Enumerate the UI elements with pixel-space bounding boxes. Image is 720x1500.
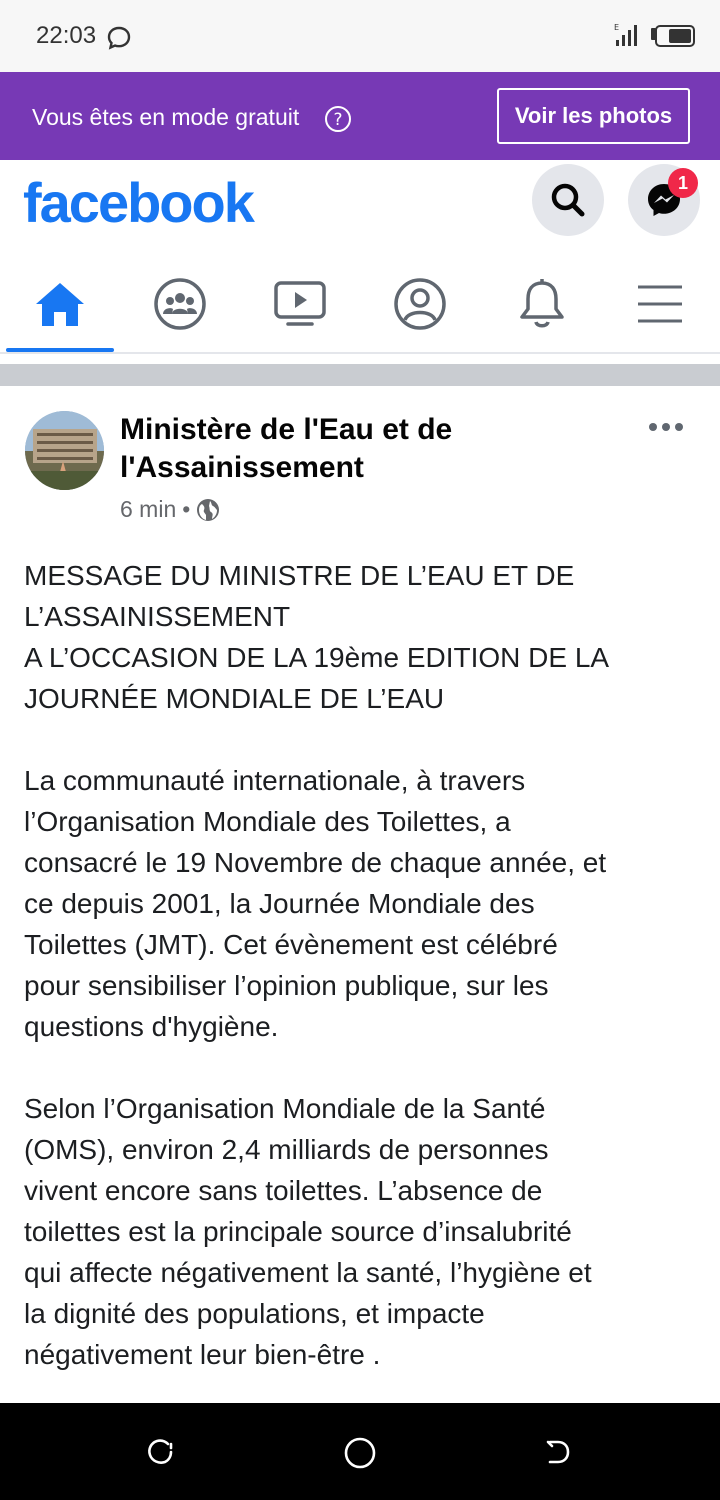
battery-icon [651, 25, 695, 47]
profile-icon [394, 278, 446, 330]
chat-bubble-icon [107, 26, 131, 50]
free-mode-text: Vous êtes en mode gratuit [32, 104, 300, 130]
post-line: l’Organisation Mondiale des Toilettes, a [24, 806, 511, 837]
search-button[interactable] [532, 164, 604, 236]
recent-apps-icon[interactable] [144, 1436, 176, 1468]
status-time: 22:03 [36, 22, 97, 49]
post-line: MESSAGE DU MINISTRE DE L’EAU ET DE [24, 560, 575, 591]
messenger-badge: 1 [668, 168, 698, 198]
signal-icon: E [614, 23, 637, 46]
post-line: questions d'hygiène. [24, 1011, 279, 1042]
post-line: toilettes est la principale source d’ins… [24, 1216, 572, 1247]
post-line: Toilettes (JMT). Cet évènement est céléb… [24, 929, 558, 960]
nav-divider [0, 352, 720, 354]
post-line: ce depuis 2001, la Journée Mondiale des [24, 888, 535, 919]
home-button-icon[interactable] [343, 1436, 377, 1470]
post-text: MESSAGE DU MINISTRE DE L’EAU ET DE L’ASS… [24, 555, 704, 1375]
post-line: pour sensibiliser l’opinion publique, su… [24, 970, 549, 1001]
page-avatar[interactable] [25, 411, 104, 490]
post-line: la dignité des populations, et impacte [24, 1298, 485, 1329]
more-dot [662, 423, 670, 431]
back-icon[interactable] [542, 1436, 574, 1468]
post-line: JOURNÉE MONDIALE DE L’EAU [24, 683, 445, 714]
tab-notifications[interactable] [490, 262, 594, 346]
help-icon[interactable]: ? [324, 105, 352, 133]
groups-icon [154, 278, 206, 330]
post-time[interactable]: 6 min [120, 496, 176, 523]
home-icon [36, 283, 84, 326]
building-photo [25, 411, 104, 490]
view-photos-button[interactable]: Voir les photos [497, 88, 690, 144]
post-line: consacré le 19 Novembre de chaque année,… [24, 847, 607, 878]
svg-text:E: E [614, 23, 619, 32]
watch-icon [274, 281, 326, 326]
facebook-logo[interactable]: facebook [23, 170, 255, 235]
tab-profile[interactable] [368, 262, 472, 346]
tab-watch[interactable] [248, 262, 352, 346]
post-line: La communauté internationale, à travers [24, 765, 526, 796]
android-nav-bar [0, 1403, 720, 1500]
post-meta: 6 min • [120, 496, 220, 523]
post-line: qui affecte négativement la santé, l’hyg… [24, 1257, 592, 1288]
bell-icon [520, 279, 564, 328]
svg-text:?: ? [333, 110, 342, 130]
post-author[interactable]: Ministère de l'Eau et de l'Assainissemen… [120, 411, 500, 487]
globe-icon [197, 498, 220, 521]
more-options-button[interactable] [642, 412, 690, 442]
more-dot [649, 423, 657, 431]
post-line: (OMS), environ 2,4 milliards de personne… [24, 1134, 549, 1165]
menu-icon [638, 285, 682, 323]
post-line: négativement leur bien-être . [24, 1339, 381, 1370]
post-line: vivent encore sans toilettes. L’absence … [24, 1175, 543, 1206]
search-icon [551, 183, 585, 217]
more-dot [675, 423, 683, 431]
tab-menu[interactable] [608, 262, 712, 346]
tab-groups[interactable] [128, 262, 232, 346]
tab-home[interactable] [8, 262, 112, 346]
feed-separator [0, 364, 720, 386]
post-line: L’ASSAINISSEMENT [24, 601, 291, 632]
post-line: A L’OCCASION DE LA 19ème EDITION DE LA [24, 642, 610, 673]
post-line: Selon l’Organisation Mondiale de la Sant… [24, 1093, 546, 1124]
meta-separator: • [182, 496, 191, 522]
